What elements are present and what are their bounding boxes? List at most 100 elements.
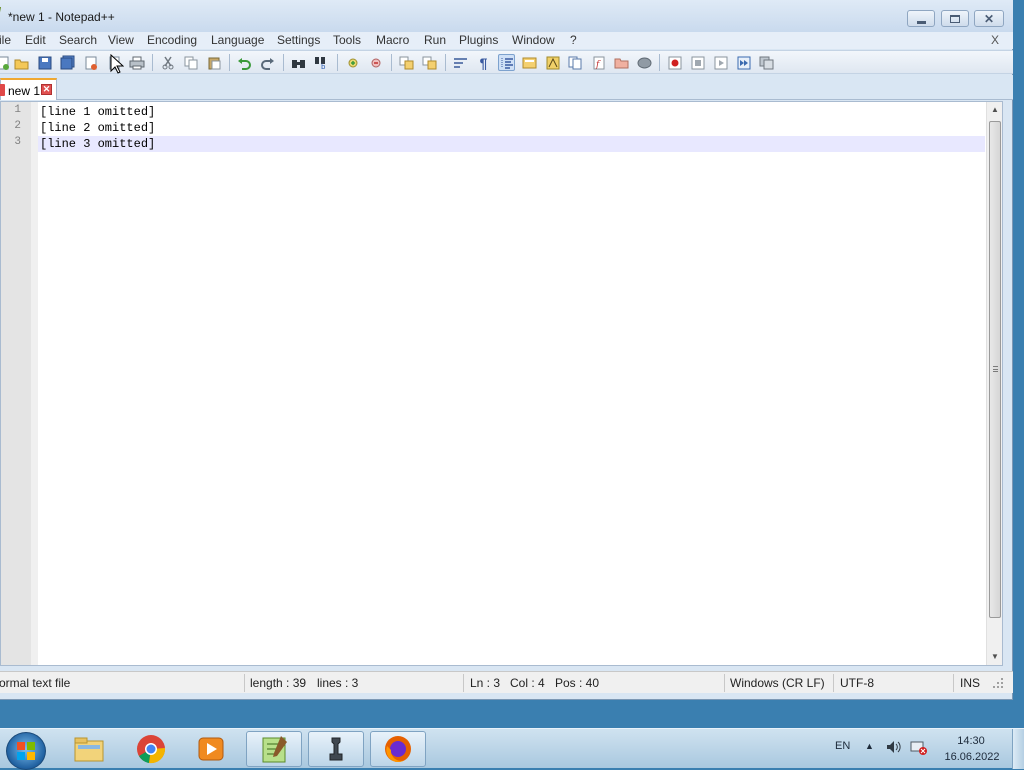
fold-margin[interactable] <box>31 102 38 665</box>
menu-encoding[interactable]: Encoding <box>147 33 197 47</box>
find-icon[interactable] <box>290 54 307 71</box>
close-file-icon[interactable] <box>82 54 99 71</box>
notepad-plus-plus-app-icon[interactable]: / <box>0 6 5 22</box>
sync-horizontal-icon[interactable] <box>421 54 438 71</box>
replace-icon[interactable]: b <box>313 54 330 71</box>
minimize-button[interactable] <box>907 10 935 27</box>
sync-vertical-icon[interactable] <box>398 54 415 71</box>
print-icon[interactable] <box>128 54 145 71</box>
taskbar-google-chrome[interactable] <box>123 731 179 767</box>
menu-settings[interactable]: Settings <box>277 33 320 47</box>
function-list-icon[interactable]: f <box>590 54 607 71</box>
minimize-icon <box>916 20 926 24</box>
paste-icon[interactable] <box>205 54 222 71</box>
show-desktop-button[interactable] <box>1012 729 1024 769</box>
save-all-icon[interactable] <box>59 54 76 71</box>
stop-recording-icon[interactable] <box>689 54 706 71</box>
restore-button[interactable] <box>941 10 969 27</box>
status-separator <box>833 674 834 692</box>
new-file-icon[interactable] <box>0 54 11 71</box>
menu-tools[interactable]: Tools <box>333 33 361 47</box>
scrollbar-thumb[interactable] <box>989 121 1001 618</box>
status-eol-format[interactable]: Windows (CR LF) <box>730 676 825 690</box>
scroll-up-arrow-icon[interactable]: ▲ <box>987 102 1003 118</box>
toolbar-separator <box>445 54 446 71</box>
menu-search[interactable]: Search <box>59 33 97 47</box>
volume-icon[interactable] <box>885 739 903 755</box>
user-defined-language-icon[interactable] <box>521 54 538 71</box>
status-lines: lines : 3 <box>317 676 359 690</box>
tray-language[interactable]: EN <box>835 740 850 752</box>
cut-icon[interactable] <box>159 54 176 71</box>
vertical-scrollbar[interactable]: ▲ ▼ <box>986 102 1002 665</box>
svg-text:b: b <box>321 63 326 70</box>
menu-help[interactable]: ? <box>570 33 577 47</box>
editor-pane[interactable]: 1 2 3 [line 1 omitted] [line 2 omitted] … <box>0 101 1003 666</box>
status-position: Pos : 40 <box>555 676 600 690</box>
windows-logo-icon <box>17 742 35 760</box>
menu-edit[interactable]: Edit <box>25 33 46 47</box>
text-area[interactable]: [line 1 omitted] [line 2 omitted] [line … <box>38 102 985 665</box>
chrome-icon <box>137 735 166 764</box>
document-map-icon[interactable] <box>544 54 561 71</box>
status-insert-mode[interactable]: INS <box>960 676 980 690</box>
close-window-button[interactable]: ✕ <box>974 10 1004 27</box>
indent-guide-icon[interactable] <box>498 54 515 71</box>
firefox-icon <box>385 736 411 763</box>
folder-as-workspace-icon[interactable] <box>613 54 630 71</box>
save-icon[interactable] <box>36 54 53 71</box>
menu-run[interactable]: Run <box>424 33 446 47</box>
tab-new-1[interactable]: new 1 ✕ <box>0 78 57 100</box>
record-macro-icon[interactable] <box>666 54 683 71</box>
taskbar-notepad-plus-plus[interactable] <box>246 731 302 767</box>
open-file-icon[interactable] <box>13 54 30 71</box>
taskbar-firefox[interactable] <box>370 731 426 767</box>
network-icon[interactable] <box>910 739 928 755</box>
taskbar-media-player[interactable] <box>183 731 239 767</box>
code-line[interactable]: [line 1 omitted] <box>38 104 985 120</box>
scroll-down-arrow-icon[interactable]: ▼ <box>987 649 1003 665</box>
toolbar-separator <box>391 54 392 71</box>
status-separator <box>953 674 954 692</box>
menu-file[interactable]: ile <box>0 33 11 47</box>
save-macro-icon[interactable] <box>758 54 775 71</box>
zoom-out-icon[interactable] <box>367 54 384 71</box>
status-separator <box>724 674 725 692</box>
status-separator <box>244 674 245 692</box>
tab-close-icon[interactable]: ✕ <box>41 84 52 95</box>
window-title: *new 1 - Notepad++ <box>8 10 115 24</box>
run-macro-multiple-icon[interactable] <box>735 54 752 71</box>
taskbar-chess-app[interactable] <box>308 731 364 767</box>
show-all-characters-icon[interactable]: ¶ <box>475 54 492 71</box>
resize-gripper-icon[interactable] <box>991 676 1005 690</box>
playback-macro-icon[interactable] <box>712 54 729 71</box>
tray-clock-date[interactable]: 16.06.2022 <box>943 751 1001 763</box>
tray-clock-time[interactable]: 14:30 <box>957 735 985 747</box>
status-encoding[interactable]: UTF-8 <box>840 676 874 690</box>
title-bar[interactable]: / *new 1 - Notepad++ ✕ <box>0 0 1013 32</box>
close-icon: ✕ <box>983 11 995 26</box>
menu-view[interactable]: View <box>108 33 134 47</box>
document-list-icon[interactable] <box>567 54 584 71</box>
code-line[interactable]: [line 2 omitted] <box>38 120 985 136</box>
close-document-button[interactable]: X <box>991 33 999 47</box>
monitoring-icon[interactable] <box>636 54 653 71</box>
status-line-number: Ln : 3 <box>470 676 501 690</box>
menu-plugins[interactable]: Plugins <box>459 33 498 47</box>
tray-show-hidden-icon[interactable]: ▲ <box>865 741 874 751</box>
toolbar: b ¶ f <box>0 50 1013 74</box>
notepad-plus-plus-icon <box>262 736 287 763</box>
undo-icon[interactable] <box>236 54 253 71</box>
taskbar-windows-explorer[interactable] <box>61 731 117 767</box>
zoom-in-icon[interactable] <box>344 54 361 71</box>
copy-icon[interactable] <box>182 54 199 71</box>
code-line-current[interactable]: [line 3 omitted] <box>38 136 985 152</box>
menu-macro[interactable]: Macro <box>376 33 409 47</box>
redo-icon[interactable] <box>259 54 276 71</box>
toolbar-separator <box>283 54 284 71</box>
menu-window[interactable]: Window <box>512 33 555 47</box>
scrollbar-grip-icon <box>993 366 998 372</box>
word-wrap-icon[interactable] <box>452 54 469 71</box>
menu-language[interactable]: Language <box>211 33 264 47</box>
start-button[interactable] <box>6 732 46 770</box>
